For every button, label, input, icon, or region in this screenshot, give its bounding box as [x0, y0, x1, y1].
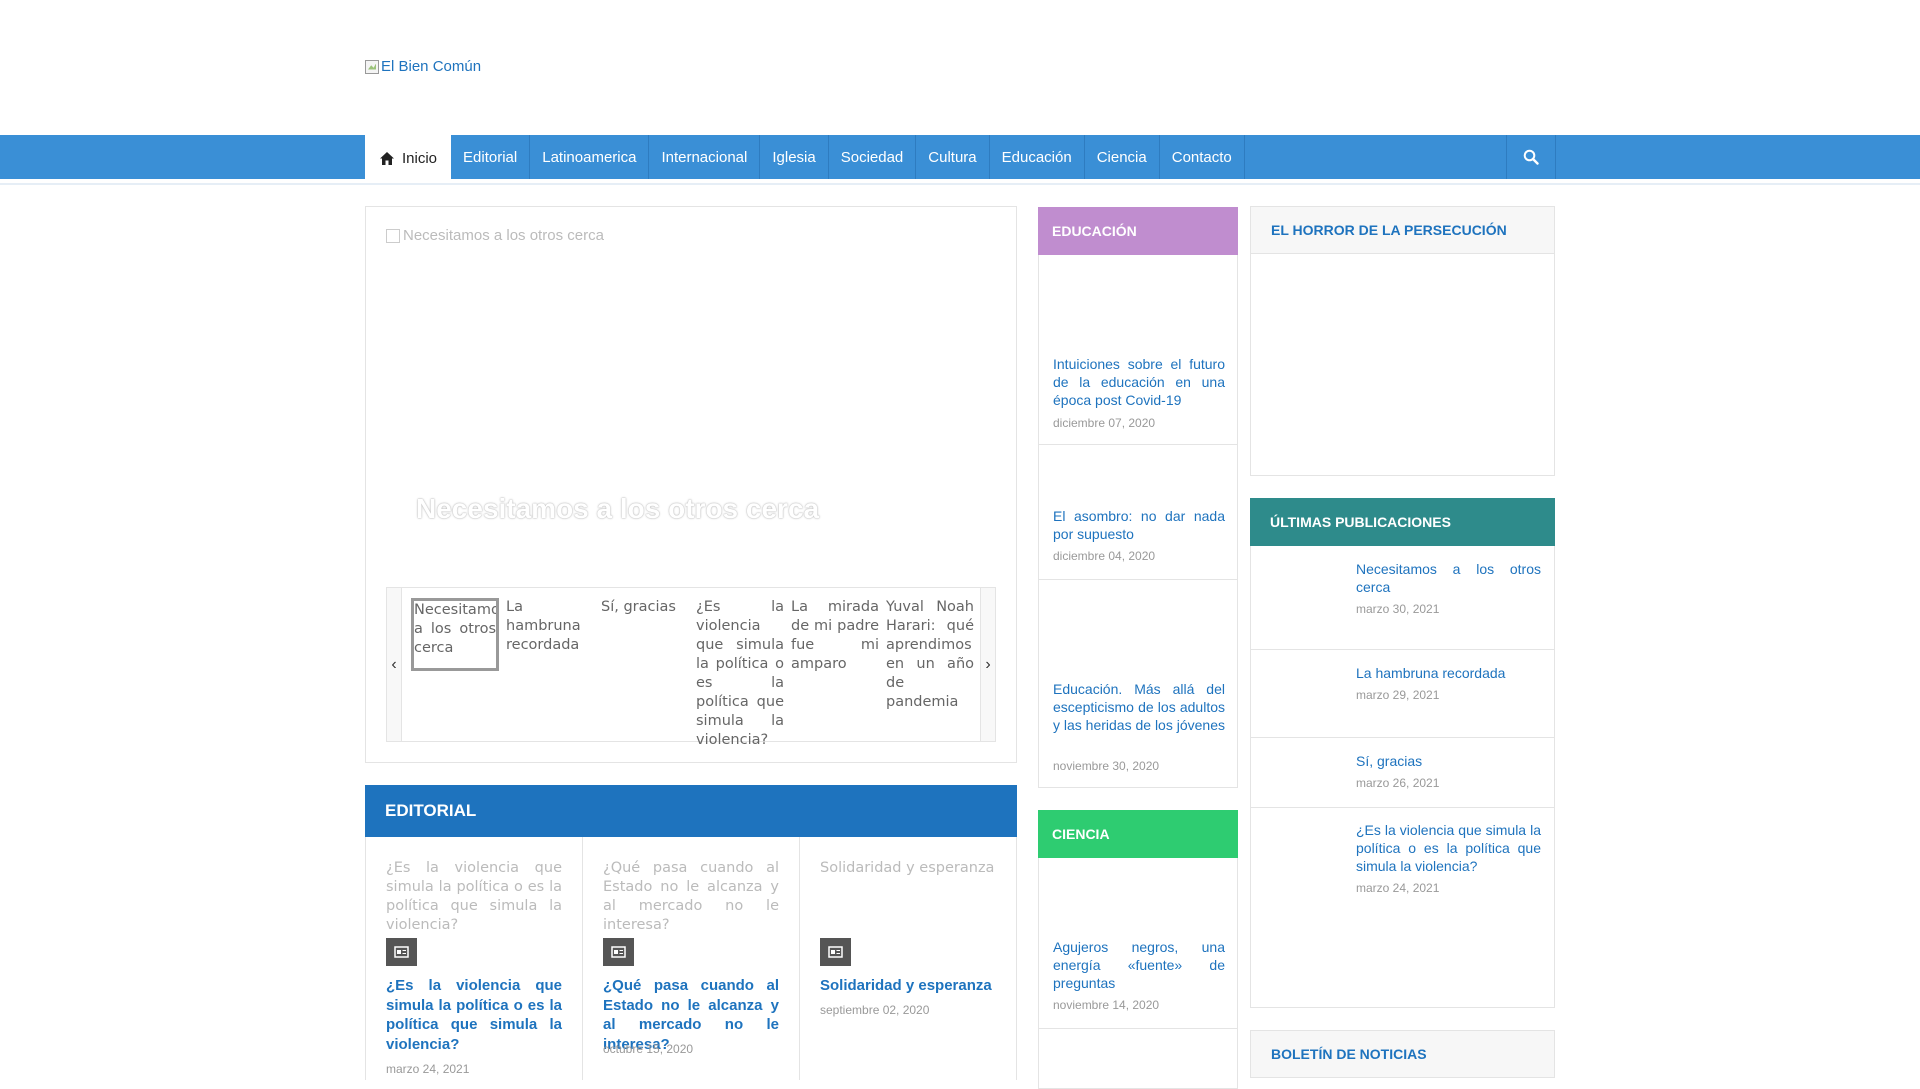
nav-item-internacional[interactable]: Internacional — [649, 135, 761, 179]
ciencia-article: Agujeros negros, una energía «fuente» de… — [1038, 858, 1238, 1029]
editorial-article: ¿Qué pasa cuando al Estado no le alcanza… — [582, 837, 800, 1080]
slider-thumbnails: ‹ Necesitamos a los otros cerca La hambr… — [386, 587, 996, 748]
horror-widget-body — [1250, 254, 1555, 476]
thumbs-prev-button[interactable]: ‹ — [387, 588, 402, 741]
article-date: noviembre 30, 2020 — [1053, 759, 1160, 773]
nav-label: Inicio — [402, 149, 438, 167]
article-format-icon — [820, 938, 851, 966]
article-date: diciembre 07, 2020 — [1053, 416, 1156, 430]
slider-thumb[interactable]: ¿Es la violencia que simula la política … — [696, 598, 784, 750]
nav-item-inicio[interactable]: Inicio — [365, 135, 452, 181]
chevron-right-icon: › — [985, 655, 991, 673]
nav-item-cultura[interactable]: Cultura — [916, 135, 990, 179]
slider-thumb[interactable]: La mirada de mi padre fue mi amparo — [791, 598, 879, 674]
post-title[interactable]: Necesitamos a los otros cerca — [1356, 560, 1541, 596]
article-title[interactable]: Educación. Más allá del escepticismo de … — [1053, 680, 1225, 734]
nav-item-iglesia[interactable]: Iglesia — [760, 135, 829, 179]
logo-alt-text: El Bien Común — [381, 58, 482, 75]
home-icon — [380, 151, 394, 165]
editorial-article: ¿Es la violencia que simula la política … — [365, 837, 583, 1080]
broken-image-icon — [386, 228, 400, 243]
article-date: septiembre 02, 2020 — [820, 1003, 930, 1017]
featured-slider: Necesitamos a los otros cerca Necesitamo… — [365, 206, 1017, 763]
ultimas-post: ¿Es la violencia que simula la política … — [1250, 808, 1555, 1008]
slide-image[interactable]: Necesitamos a los otros cerca — [386, 227, 604, 244]
article-image[interactable]: ¿Qué pasa cuando al Estado no le alcanza… — [603, 859, 779, 935]
ultimas-post: Sí, gracias marzo 26, 2021 — [1250, 738, 1555, 808]
ultimas-post: Necesitamos a los otros cerca marzo 30, … — [1250, 546, 1555, 650]
broken-image-icon — [365, 59, 379, 74]
slider-thumb[interactable]: Sí, gracias — [601, 598, 689, 617]
slider-thumb[interactable]: Yuval Noah Harari: qué aprendimos en un … — [886, 598, 974, 712]
slider-thumb[interactable]: Necesitamos a los otros cerca — [411, 598, 499, 671]
main-nav: Inicio Editorial Latinoamerica Internaci… — [365, 135, 1245, 181]
post-title[interactable]: Sí, gracias — [1356, 752, 1541, 770]
educacion-heading[interactable]: EDUCACIÓN — [1038, 207, 1238, 255]
slide-image-alt: Necesitamos a los otros cerca — [403, 227, 604, 244]
boletin-heading[interactable]: BOLETÍN DE NOTICIAS — [1250, 1030, 1555, 1078]
article-title[interactable]: El asombro: no dar nada por supuesto — [1053, 507, 1225, 543]
post-date: marzo 29, 2021 — [1356, 688, 1440, 702]
article-image[interactable]: Solidaridad y esperanza — [820, 859, 996, 878]
ultimas-heading[interactable]: ÚLTIMAS PUBLICACIONES — [1250, 498, 1555, 546]
post-title[interactable]: ¿Es la violencia que simula la política … — [1356, 821, 1541, 875]
post-title[interactable]: La hambruna recordada — [1356, 664, 1541, 682]
navbar-divider — [0, 183, 1920, 185]
educacion-article: El asombro: no dar nada por supuesto dic… — [1038, 445, 1238, 580]
article-title[interactable]: Agujeros negros, una energía «fuente» de… — [1053, 938, 1225, 992]
article-format-icon — [603, 938, 634, 966]
article-image[interactable]: ¿Es la violencia que simula la política … — [386, 859, 562, 935]
article-format-icon — [386, 938, 417, 966]
nav-item-contacto[interactable]: Contacto — [1160, 135, 1245, 179]
article-title[interactable]: ¿Es la violencia que simula la política … — [386, 976, 562, 1054]
search-button[interactable] — [1506, 135, 1556, 179]
editorial-heading[interactable]: EDITORIAL — [365, 785, 1017, 837]
slider-thumb[interactable]: La hambruna recordada — [506, 598, 594, 655]
nav-item-ciencia[interactable]: Ciencia — [1085, 135, 1160, 179]
ciencia-heading[interactable]: CIENCIA — [1038, 810, 1238, 858]
article-date: octubre 15, 2020 — [603, 1042, 694, 1056]
slide-title[interactable]: Necesitamos a los otros cerca — [416, 493, 819, 525]
ciencia-article — [1038, 1029, 1238, 1089]
horror-heading[interactable]: EL HORROR DE LA PERSECUCIÓN — [1250, 206, 1555, 254]
article-date: marzo 24, 2021 — [386, 1062, 470, 1076]
nav-item-educacion[interactable]: Educación — [990, 135, 1085, 179]
site-logo[interactable]: El Bien Común — [365, 58, 481, 75]
chevron-left-icon: ‹ — [391, 655, 397, 673]
article-date: noviembre 14, 2020 — [1053, 998, 1160, 1012]
ultimas-post: La hambruna recordada marzo 29, 2021 — [1250, 650, 1555, 738]
search-icon — [1523, 149, 1539, 165]
nav-item-sociedad[interactable]: Sociedad — [829, 135, 917, 179]
article-title[interactable]: Intuiciones sobre el futuro de la educac… — [1053, 355, 1225, 409]
editorial-article: Solidaridad y esperanza Solidaridad y es… — [799, 837, 1017, 1080]
article-title[interactable]: Solidaridad y esperanza — [820, 976, 996, 996]
thumbs-next-button[interactable]: › — [980, 588, 995, 741]
post-date: marzo 30, 2021 — [1356, 602, 1440, 616]
article-date: diciembre 04, 2020 — [1053, 549, 1156, 563]
post-date: marzo 26, 2021 — [1356, 776, 1440, 790]
nav-item-editorial[interactable]: Editorial — [451, 135, 531, 179]
educacion-article: Educación. Más allá del escepticismo de … — [1038, 580, 1238, 788]
nav-item-latinoamerica[interactable]: Latinoamerica — [530, 135, 650, 179]
educacion-article: Intuiciones sobre el futuro de la educac… — [1038, 255, 1238, 445]
post-date: marzo 24, 2021 — [1356, 881, 1440, 895]
